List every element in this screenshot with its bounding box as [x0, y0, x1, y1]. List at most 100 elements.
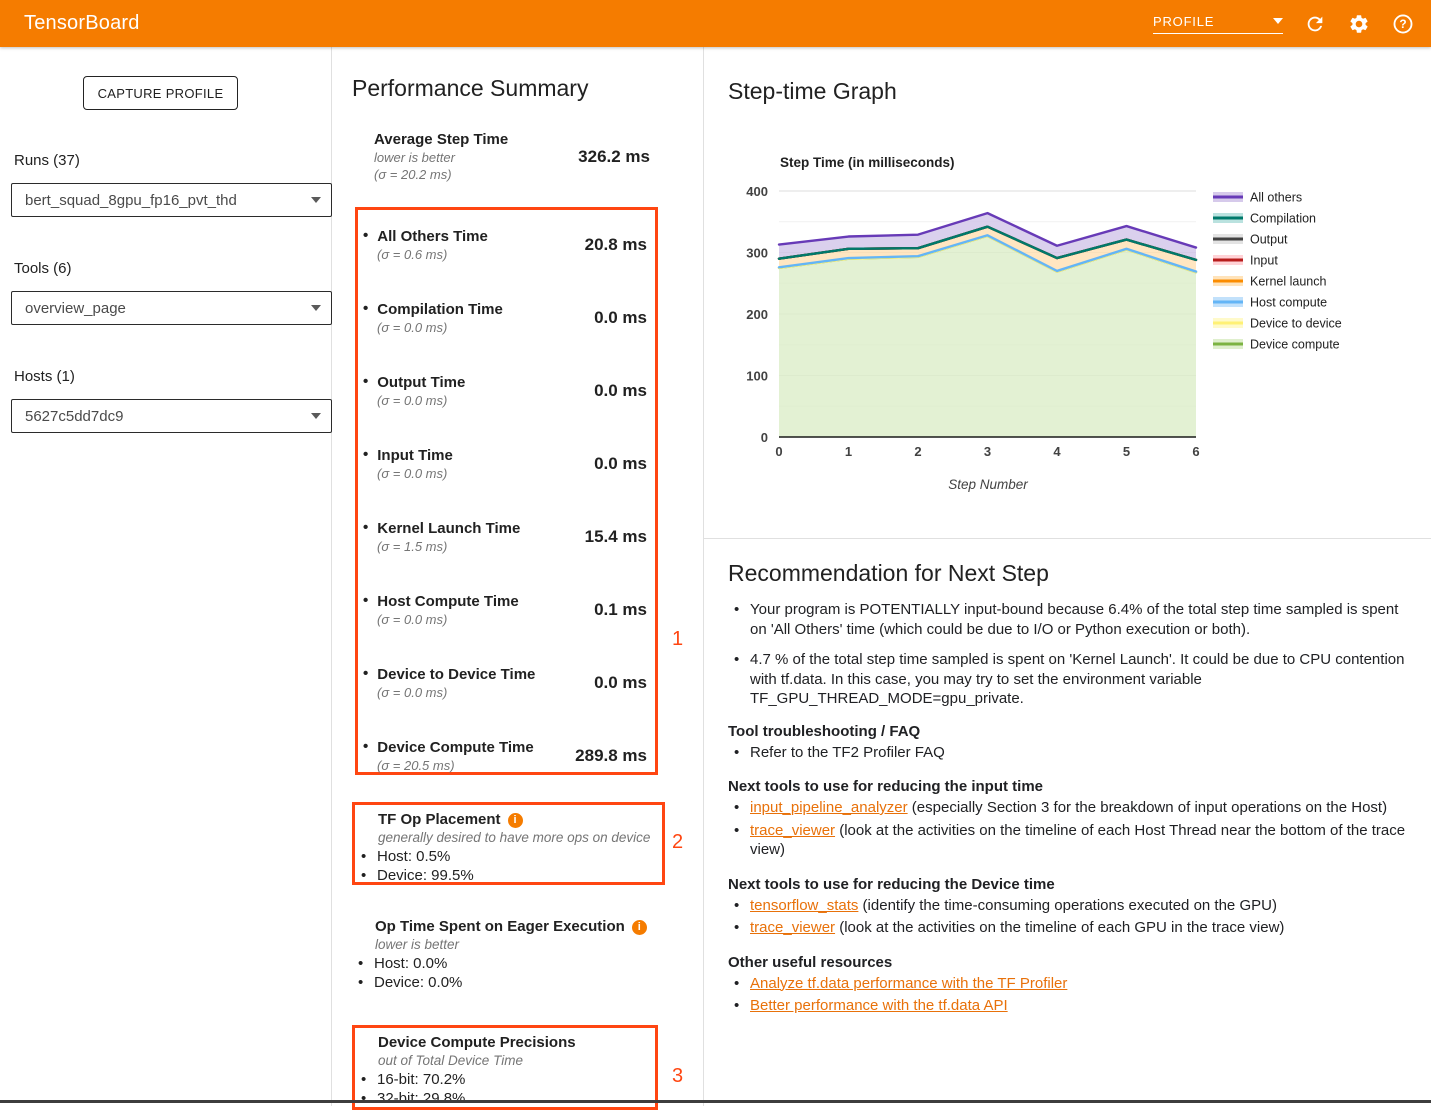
bullet-icon: •: [363, 738, 368, 757]
bullet-icon: •: [363, 592, 368, 611]
svg-text:100: 100: [746, 369, 768, 384]
metric-sigma: (σ = 1.5 ms): [377, 538, 520, 555]
metric-row: •Device to Device Time(σ = 0.0 ms)0.0 ms: [358, 665, 655, 700]
inline-link[interactable]: trace_viewer: [750, 822, 835, 839]
performance-summary-title: Performance Summary: [352, 75, 588, 102]
recommendation-list: Your program is POTENTIALLY input-bound …: [728, 600, 1416, 709]
bullet-icon: •: [363, 665, 368, 684]
metric-label: Kernel Launch Time: [377, 519, 520, 538]
inline-link[interactable]: trace_viewer: [750, 919, 835, 936]
tf-op-placement-list: Host: 0.5% Device: 99.5%: [355, 847, 662, 885]
bullet-icon: •: [363, 446, 368, 465]
inline-link[interactable]: Better performance with the tf.data API: [750, 997, 1008, 1014]
tensorboard-profile-page: TensorBoard PROFILE ?: [0, 0, 1431, 1106]
chart-y-axis-title: Step Time (in milliseconds): [780, 155, 955, 170]
list-item: Host: 0.5%: [355, 847, 662, 866]
bottom-scroll-edge[interactable]: [0, 1100, 1431, 1103]
recommendation-item: Better performance with the tf.data API: [728, 996, 1416, 1016]
average-step-time: Average Step Time lower is better (σ = 2…: [355, 130, 658, 183]
runs-select-value: bert_squad_8gpu_fp16_pvt_thd: [25, 192, 237, 209]
hosts-label: Hosts (1): [14, 368, 331, 385]
metric-value: 0.1 ms: [594, 600, 655, 620]
average-step-time-value: 326.2 ms: [578, 147, 658, 167]
tools-label: Tools (6): [14, 260, 331, 277]
list-item: Host: 0.0%: [352, 954, 665, 973]
hosts-select-value: 5627c5dd7dc9: [25, 408, 123, 425]
right-panel: Step-time Graph Step Time (in millisecon…: [704, 47, 1431, 1106]
metric-row: •Host Compute Time(σ = 0.0 ms)0.1 ms: [358, 592, 655, 627]
capture-profile-button[interactable]: CAPTURE PROFILE: [83, 76, 238, 110]
dashboard-selector-dropdown[interactable]: PROFILE: [1153, 14, 1283, 34]
metric-label: Device to Device Time: [377, 665, 535, 684]
chevron-down-icon: [311, 413, 321, 419]
info-icon[interactable]: i: [508, 813, 523, 828]
inline-link[interactable]: input_pipeline_analyzer: [750, 799, 908, 816]
device-compute-precisions-title: Device Compute Precisions: [378, 1034, 576, 1052]
refresh-button[interactable]: [1303, 12, 1327, 36]
eager-execution-list: Host: 0.0% Device: 0.0%: [352, 954, 665, 992]
annotation-number-3: 3: [672, 1065, 683, 1088]
legend-item: Kernel launch: [1213, 275, 1326, 289]
recommendation-subheading: Tool troubleshooting / FAQ: [728, 723, 1416, 740]
recommendation-item: Your program is POTENTIALLY input-bound …: [728, 600, 1416, 639]
app-bar: TensorBoard PROFILE ?: [0, 0, 1431, 47]
metric-sigma: (σ = 0.0 ms): [377, 684, 535, 701]
legend-item: Input: [1213, 254, 1278, 268]
hosts-group: Hosts (1) 5627c5dd7dc9: [0, 368, 331, 433]
eager-execution-title: Op Time Spent on Eager Execution: [375, 918, 625, 936]
legend-label: All others: [1250, 191, 1302, 205]
svg-text:3: 3: [984, 444, 991, 459]
metric-row: •Output Time(σ = 0.0 ms)0.0 ms: [358, 373, 655, 408]
help-button[interactable]: ?: [1391, 12, 1415, 36]
settings-button[interactable]: [1347, 12, 1371, 36]
app-bar-actions: PROFILE ?: [1153, 12, 1415, 36]
legend-label: Kernel launch: [1250, 275, 1326, 289]
step-time-chart: Step Time (in milliseconds) 010020030040…: [730, 150, 1430, 500]
metric-row: •Device Compute Time(σ = 20.5 ms)289.8 m…: [358, 738, 655, 773]
metric-label: Output Time: [377, 373, 465, 392]
list-item: Device: 0.0%: [352, 973, 665, 992]
metric-sigma: (σ = 0.0 ms): [377, 611, 519, 628]
average-step-time-note: lower is better: [374, 149, 508, 166]
chevron-down-icon: [311, 197, 321, 203]
recommendation-subheading: Next tools to use for reducing the input…: [728, 778, 1416, 795]
hosts-select[interactable]: 5627c5dd7dc9: [11, 399, 332, 433]
recommendation-item: trace_viewer (look at the activities on …: [728, 918, 1416, 938]
legend-label: Compilation: [1250, 212, 1316, 226]
annotation-box-tf-op-placement: TF Op Placement i generally desired to h…: [352, 802, 665, 885]
info-icon[interactable]: i: [632, 920, 647, 935]
legend-item: Device to device: [1213, 317, 1342, 331]
tf-op-placement-title: TF Op Placement: [378, 811, 501, 829]
eager-execution-subtitle: lower is better: [352, 936, 665, 953]
metric-label: Compilation Time: [377, 300, 503, 319]
tools-select[interactable]: overview_page: [11, 291, 332, 325]
recommendation-title: Recommendation for Next Step: [728, 560, 1416, 587]
runs-select[interactable]: bert_squad_8gpu_fp16_pvt_thd: [11, 183, 332, 217]
bullet-icon: •: [363, 300, 368, 319]
inline-link[interactable]: tensorflow_stats: [750, 897, 858, 914]
recommendation-list: tensorflow_stats (identify the time-cons…: [728, 896, 1416, 938]
legend-item: Output: [1213, 233, 1288, 247]
metric-value: 0.0 ms: [594, 308, 655, 328]
recommendation-subheading: Other useful resources: [728, 954, 1416, 971]
svg-text:0: 0: [761, 430, 768, 445]
metric-sigma: (σ = 20.5 ms): [377, 757, 534, 774]
recommendation-item: tensorflow_stats (identify the time-cons…: [728, 896, 1416, 916]
section-divider: [704, 538, 1431, 539]
gear-icon: [1348, 13, 1370, 35]
chevron-down-icon: [1273, 18, 1283, 24]
metric-sigma: (σ = 0.6 ms): [377, 246, 488, 263]
tools-group: Tools (6) overview_page: [0, 260, 331, 325]
metric-row: •Kernel Launch Time(σ = 1.5 ms)15.4 ms: [358, 519, 655, 554]
recommendation-subheading: Next tools to use for reducing the Devic…: [728, 876, 1416, 893]
recommendation-item: Analyze tf.data performance with the TF …: [728, 974, 1416, 994]
metric-row: •Input Time(σ = 0.0 ms)0.0 ms: [358, 446, 655, 481]
svg-text:5: 5: [1123, 444, 1130, 459]
inline-link[interactable]: Analyze tf.data performance with the TF …: [750, 975, 1067, 992]
app-title: TensorBoard: [24, 12, 140, 35]
tools-select-value: overview_page: [25, 300, 126, 317]
legend-label: Output: [1250, 233, 1288, 247]
chevron-down-icon: [311, 305, 321, 311]
metric-label: All Others Time: [377, 227, 488, 246]
svg-text:6: 6: [1192, 444, 1199, 459]
